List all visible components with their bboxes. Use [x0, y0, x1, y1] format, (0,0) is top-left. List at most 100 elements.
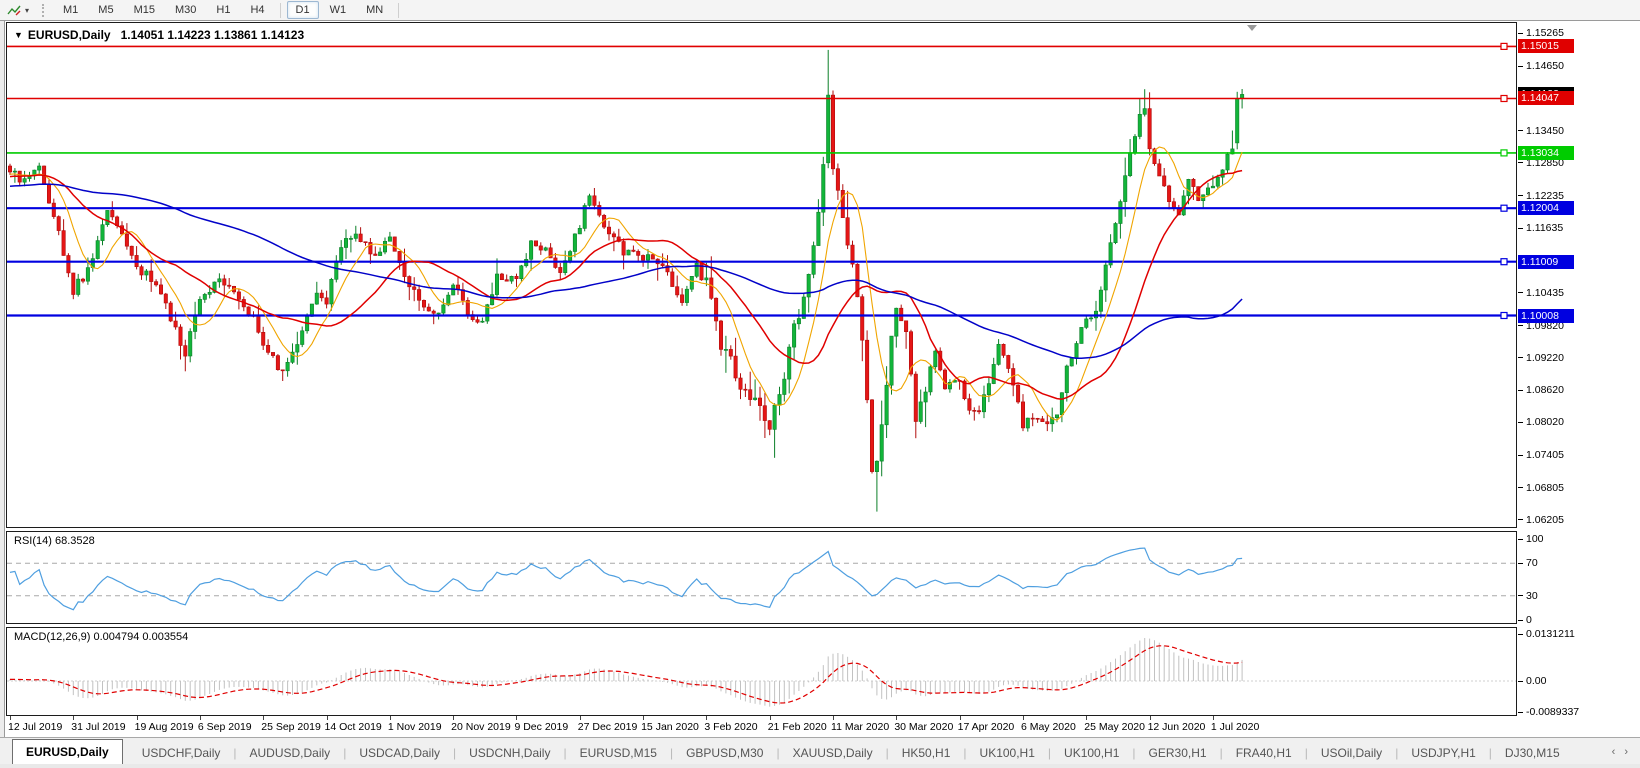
- price-tick-label: 1.10435: [1526, 286, 1564, 299]
- time-label: 14 Oct 2019: [324, 721, 382, 733]
- time-tick: [959, 716, 961, 720]
- time-label: 6 May 2020: [1020, 721, 1076, 733]
- timeframe-buttons: M1 M5 M15 M30 H1 H4 D1 W1 MN: [53, 1, 404, 19]
- tick-dash: [1518, 421, 1523, 423]
- price-tick: 1.15265: [1518, 26, 1564, 40]
- rsi-label: RSI(14) 68.3528: [14, 535, 95, 547]
- time-tick: [769, 716, 771, 720]
- moving-averages-layer: [9, 146, 1243, 421]
- tab-audusd-daily[interactable]: AUDUSD,Daily: [237, 742, 344, 764]
- time-label: 9 Dec 2019: [514, 721, 569, 733]
- price-tick: 1.11635: [1518, 221, 1563, 235]
- toolbar: ▾ M1 M5 M15 M30 H1 H4 D1 W1 MN: [0, 0, 1640, 21]
- rsi-canvas[interactable]: [7, 532, 1516, 623]
- timeframe-m1[interactable]: M1: [54, 1, 87, 19]
- timeframe-d1[interactable]: D1: [286, 1, 319, 19]
- time-tick: [10, 716, 11, 720]
- tick-dash: [1518, 227, 1523, 229]
- tab-scroll-left-icon[interactable]: ‹: [1612, 746, 1616, 758]
- time-label: 31 Jul 2019: [71, 721, 126, 733]
- price-line-badge: 1.13034: [1518, 145, 1574, 160]
- tab-eurusd-m15[interactable]: EURUSD,M15: [567, 742, 670, 764]
- macd-panel[interactable]: MACD(12,26,9) 0.004794 0.003554: [6, 627, 1517, 716]
- tab-uk100-h1[interactable]: UK100,H1: [967, 742, 1048, 764]
- line-handle: [1500, 258, 1508, 266]
- line-handle: [1500, 149, 1508, 157]
- price-tick-label: 1.09220: [1526, 351, 1564, 364]
- tab-scroll-right-icon[interactable]: ›: [1624, 746, 1628, 758]
- price-tick: 1.13450: [1518, 124, 1564, 138]
- tab-hk50-h1[interactable]: HK50,H1: [889, 742, 964, 764]
- tab-usdcad-daily[interactable]: USDCAD,Daily: [346, 742, 453, 764]
- tab-ger30-h1[interactable]: GER30,H1: [1136, 742, 1220, 764]
- chart-tabs-bar: EURUSD,Daily USDCHF,Daily | AUDUSD,Daily | US…: [0, 737, 1640, 764]
- time-tick: [136, 716, 138, 720]
- tick-dash: [1518, 680, 1523, 682]
- macd-tick-label: 0.00: [1526, 675, 1547, 687]
- tab-fra40-h1[interactable]: FRA40,H1: [1223, 742, 1305, 764]
- chart-shift-marker[interactable]: [1247, 25, 1257, 31]
- timeframe-m5[interactable]: M5: [89, 1, 122, 19]
- time-tick: [389, 716, 391, 720]
- tab-gbpusd-m30[interactable]: GBPUSD,M30: [673, 742, 776, 764]
- timeframe-m15[interactable]: M15: [125, 1, 164, 19]
- tick-dash: [1518, 711, 1523, 713]
- time-tick: [453, 716, 455, 720]
- price-line-badge: 1.12004: [1518, 201, 1574, 216]
- timeframe-h1[interactable]: H1: [207, 1, 239, 19]
- tab-xauusd-daily[interactable]: XAUUSD,Daily: [780, 742, 886, 764]
- tick-dash: [1518, 162, 1523, 164]
- price-scale[interactable]: 1.15265 1.14650 1.13450 1.12850 1.12235 1.116…: [1518, 21, 1640, 736]
- tab-usdchf-daily[interactable]: USDCHF,Daily: [129, 742, 234, 764]
- bottom-strip: [0, 764, 1640, 768]
- tab-eurusd-daily[interactable]: EURUSD,Daily: [12, 739, 123, 764]
- time-tick: [579, 716, 581, 720]
- price-chart-panel[interactable]: ▼ EURUSD,Daily 1.14051 1.14223 1.13861 1…: [6, 22, 1517, 528]
- toolbar-grip[interactable]: [42, 3, 45, 17]
- time-label: 15 Jan 2020: [641, 721, 699, 733]
- time-label: 12 Jul 2019: [8, 721, 63, 733]
- time-scale[interactable]: 12 Jul 2019 31 Jul 2019 19 Aug 2019 6 Sep 2…: [6, 716, 1517, 736]
- rsi-panel[interactable]: RSI(14) 68.3528: [6, 531, 1517, 624]
- chart-tool-icon[interactable]: ▾: [4, 3, 32, 18]
- chart-menu-caret-icon[interactable]: ▼: [14, 30, 23, 40]
- macd-tick-label: -0.0089337: [1526, 706, 1580, 718]
- timeframe-mn[interactable]: MN: [357, 1, 392, 19]
- line-handle: [1500, 42, 1508, 50]
- tick-dash: [1518, 562, 1523, 564]
- rsi-tick-label: 0: [1526, 614, 1532, 626]
- timeframe-h4[interactable]: H4: [241, 1, 273, 19]
- macd-canvas[interactable]: [7, 628, 1516, 715]
- tab-usdcnh-daily[interactable]: USDCNH,Daily: [456, 742, 563, 764]
- price-chart-canvas[interactable]: [7, 23, 1516, 527]
- time-label: 27 Dec 2019: [577, 721, 638, 733]
- price-tick: 1.07405: [1518, 448, 1564, 462]
- price-tick-label: 1.06205: [1526, 513, 1564, 526]
- tab-usdjpy-h1[interactable]: USDJPY,H1: [1398, 742, 1488, 764]
- price-line-badge: 1.15015: [1518, 39, 1574, 54]
- timeframe-w1[interactable]: W1: [321, 1, 356, 19]
- price-tick: 1.08620: [1518, 383, 1564, 397]
- macd-tick: -0.0089337: [1518, 705, 1579, 719]
- rsi-tick: 30: [1518, 589, 1538, 603]
- tick-dash: [1518, 65, 1523, 67]
- timeframe-m30[interactable]: M30: [166, 1, 205, 19]
- dropdown-caret-icon[interactable]: ▾: [25, 6, 29, 15]
- tab-usoil-daily[interactable]: USOil,Daily: [1308, 742, 1395, 764]
- tick-dash: [1518, 595, 1523, 597]
- rsi-tick-label: 30: [1526, 589, 1538, 602]
- toolbar-separator: [279, 2, 281, 18]
- price-line-badge: 1.11009: [1518, 254, 1574, 269]
- macd-label: MACD(12,26,9) 0.004794 0.003554: [14, 631, 189, 643]
- horizontal-lines-layer[interactable]: [7, 42, 1516, 320]
- time-label: 11 Mar 2020: [831, 721, 890, 733]
- tab-uk100-h1[interactable]: UK100,H1: [1051, 742, 1132, 764]
- chart-tabs: EURUSD,Daily USDCHF,Daily | AUDUSD,Daily | US…: [0, 738, 1612, 764]
- time-tick: [896, 716, 898, 720]
- tick-dash: [1518, 538, 1523, 540]
- price-tick: 1.06205: [1518, 513, 1564, 527]
- time-tick: [516, 716, 518, 720]
- tab-dj30-m15[interactable]: DJ30,M15: [1492, 742, 1573, 764]
- price-tick-label: 1.13450: [1526, 124, 1564, 137]
- price-tick: 1.14650: [1518, 59, 1564, 73]
